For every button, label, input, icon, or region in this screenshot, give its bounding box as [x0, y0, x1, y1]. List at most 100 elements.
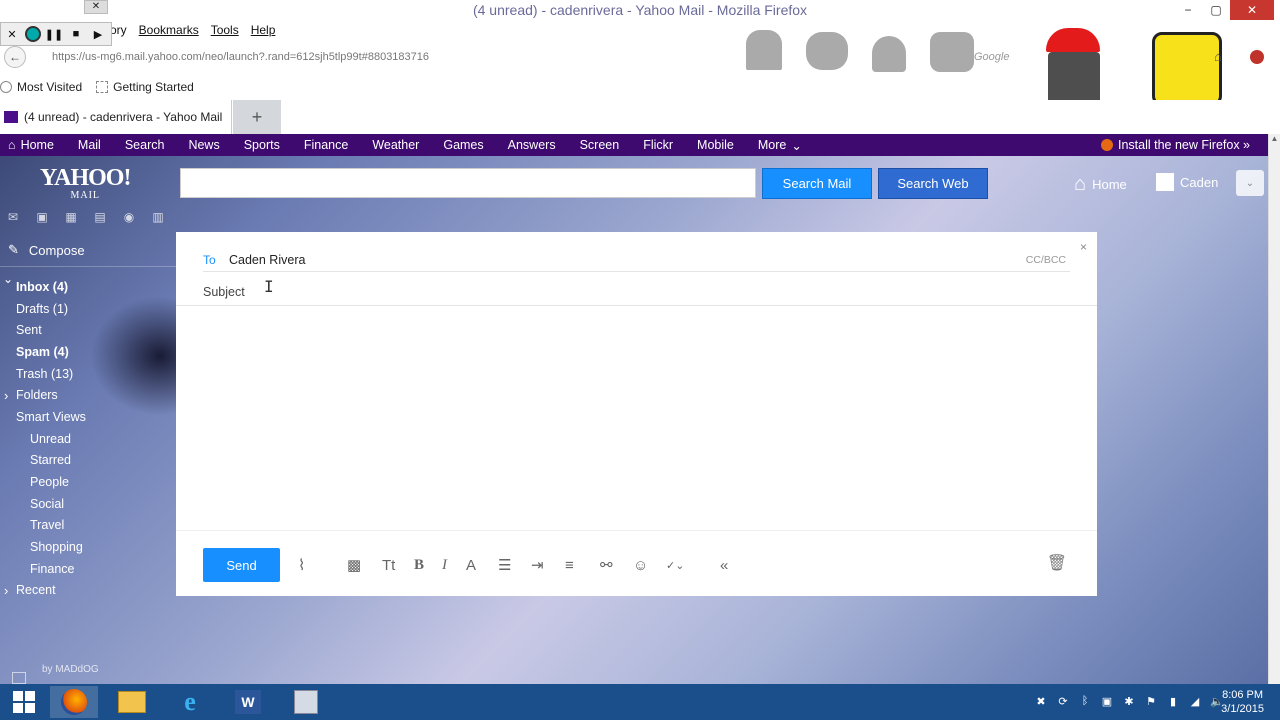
smart-views-toggle[interactable]: Smart Views: [0, 406, 176, 428]
start-button[interactable]: [0, 686, 48, 718]
align-icon[interactable]: ≡: [565, 556, 574, 574]
nav-mail[interactable]: Mail: [66, 134, 113, 156]
search-web-button[interactable]: Search Web: [878, 168, 988, 199]
close-tray-icon[interactable]: ✖: [1034, 694, 1048, 708]
recorder-close-icon[interactable]: ✕: [3, 25, 21, 43]
smart-view-finance[interactable]: Finance: [0, 558, 176, 580]
nav-mobile[interactable]: Mobile: [685, 134, 746, 156]
nav-home[interactable]: ⌂ Home: [0, 134, 66, 156]
messenger-icon[interactable]: ◉: [120, 210, 138, 224]
smart-view-people[interactable]: People: [0, 471, 176, 493]
yahoo-mail-logo[interactable]: YAHOO! MAIL: [40, 166, 131, 201]
font-size-icon[interactable]: Tt: [382, 556, 395, 574]
calendar-icon[interactable]: ▦: [62, 210, 80, 224]
bold-icon[interactable]: B: [414, 556, 424, 574]
stop-icon[interactable]: ■: [67, 25, 85, 43]
close-icon[interactable]: ×: [1080, 240, 1087, 254]
mail-search-input[interactable]: [180, 168, 756, 198]
folder-trash[interactable]: Trash (13): [0, 363, 176, 385]
settings-tray-icon[interactable]: ✱: [1122, 694, 1136, 708]
recent-toggle[interactable]: Recent: [0, 580, 176, 602]
cc-bcc-link[interactable]: CC/BCC: [1026, 254, 1066, 266]
smart-view-starred[interactable]: Starred: [0, 450, 176, 472]
subject-input[interactable]: [203, 284, 1003, 300]
taskbar-tool[interactable]: [282, 686, 330, 718]
notepad-icon[interactable]: ▤: [91, 210, 109, 224]
folder-sent[interactable]: Sent: [0, 319, 176, 341]
folder-spam[interactable]: Spam (4): [0, 341, 176, 363]
spellcheck-icon[interactable]: ✓⌄: [666, 556, 684, 574]
adblock-icon[interactable]: [1250, 50, 1264, 64]
italic-icon[interactable]: I: [442, 556, 447, 574]
emoji-icon[interactable]: ☺: [633, 556, 648, 574]
bullet-list-icon[interactable]: ☰: [498, 556, 511, 574]
scroll-up-icon[interactable]: ▲: [1269, 134, 1280, 148]
maximize-button[interactable]: ▢: [1202, 0, 1230, 20]
address-field[interactable]: https://us-mg6.mail.yahoo.com/neo/launch…: [30, 47, 990, 67]
pause-icon[interactable]: ❚❚: [45, 25, 63, 43]
system-clock[interactable]: 8:06 PM 3/1/2015: [1221, 688, 1264, 716]
record-icon[interactable]: [25, 26, 41, 42]
menu-bookmarks[interactable]: Bookmarks: [139, 22, 199, 38]
nav-sports[interactable]: Sports: [232, 134, 292, 156]
battery-icon[interactable]: ▮: [1166, 694, 1180, 708]
tab-yahoo-mail[interactable]: (4 unread) - cadenrivera - Yahoo Mail: [0, 100, 232, 134]
compose-link[interactable]: ✎ Compose: [8, 242, 85, 258]
taskbar-firefox[interactable]: [50, 686, 98, 718]
indent-icon[interactable]: ⇥: [531, 556, 544, 574]
sticker-icon[interactable]: ▩: [347, 556, 361, 574]
header-user-link[interactable]: Caden: [1156, 173, 1218, 191]
sync-icon[interactable]: ⟳: [1056, 694, 1070, 708]
folder-drafts[interactable]: Drafts (1): [0, 298, 176, 320]
paperclip-icon[interactable]: ⌇: [298, 556, 305, 574]
recorder-tab-close[interactable]: ✕: [84, 0, 108, 14]
gear-icon[interactable]: ⌄: [1236, 170, 1264, 196]
nav-games[interactable]: Games: [431, 134, 495, 156]
home-browser-icon[interactable]: ⌂: [1214, 49, 1222, 64]
taskbar-ie[interactable]: e: [166, 686, 214, 718]
wifi-icon[interactable]: ◢: [1188, 694, 1202, 708]
minimize-button[interactable]: −: [1174, 0, 1202, 20]
smart-view-unread[interactable]: Unread: [0, 428, 176, 450]
bookmark-getting-started[interactable]: Getting Started: [96, 80, 194, 94]
taskbar-explorer[interactable]: [108, 686, 156, 718]
message-body[interactable]: [176, 308, 1097, 530]
nav-weather[interactable]: Weather: [360, 134, 431, 156]
header-home-link[interactable]: ⌂ Home: [1074, 173, 1127, 196]
bookmark-most-visited[interactable]: Most Visited: [0, 80, 82, 94]
send-button[interactable]: Send: [203, 548, 280, 582]
nav-news[interactable]: News: [176, 134, 231, 156]
search-engine-box[interactable]: Google: [964, 48, 1196, 66]
back-arrow-icon[interactable]: ←: [4, 46, 26, 68]
link-icon[interactable]: ⚯: [600, 556, 613, 574]
nav-search[interactable]: Search: [113, 134, 177, 156]
smart-view-shopping[interactable]: Shopping: [0, 536, 176, 558]
flag-icon[interactable]: ⚑: [1144, 694, 1158, 708]
app-tray-icon[interactable]: ▣: [1100, 694, 1114, 708]
smart-view-travel[interactable]: Travel: [0, 515, 176, 537]
recipient-chip[interactable]: Caden Rivera: [229, 253, 305, 267]
trash-icon[interactable]: 🗑: [1047, 553, 1067, 573]
taskbar-word[interactable]: W: [224, 686, 272, 718]
new-tab-button[interactable]: +: [233, 100, 281, 134]
font-color-icon[interactable]: A: [466, 556, 476, 574]
plain-text-icon[interactable]: «: [720, 556, 728, 574]
page-scrollbar[interactable]: ▲: [1268, 134, 1280, 684]
nav-more[interactable]: More ⌄: [746, 134, 814, 156]
menu-history[interactable]: ory: [110, 22, 127, 38]
theme-icon[interactable]: [12, 672, 26, 684]
newsfeed-icon[interactable]: ▥: [149, 210, 167, 224]
contacts-icon[interactable]: ▣: [33, 210, 51, 224]
folder-inbox[interactable]: Inbox (4): [0, 276, 176, 298]
menu-tools[interactable]: Tools: [211, 22, 239, 38]
nav-answers[interactable]: Answers: [496, 134, 568, 156]
to-field[interactable]: To Caden Rivera CC/BCC: [203, 248, 1070, 272]
nav-flickr[interactable]: Flickr: [631, 134, 685, 156]
close-window-button[interactable]: ✕: [1230, 0, 1274, 20]
smart-view-social[interactable]: Social: [0, 493, 176, 515]
nav-finance[interactable]: Finance: [292, 134, 360, 156]
play-icon[interactable]: ▶: [89, 25, 107, 43]
nav-screen[interactable]: Screen: [568, 134, 632, 156]
folders-toggle[interactable]: Folders: [0, 384, 176, 406]
search-mail-button[interactable]: Search Mail: [762, 168, 872, 199]
